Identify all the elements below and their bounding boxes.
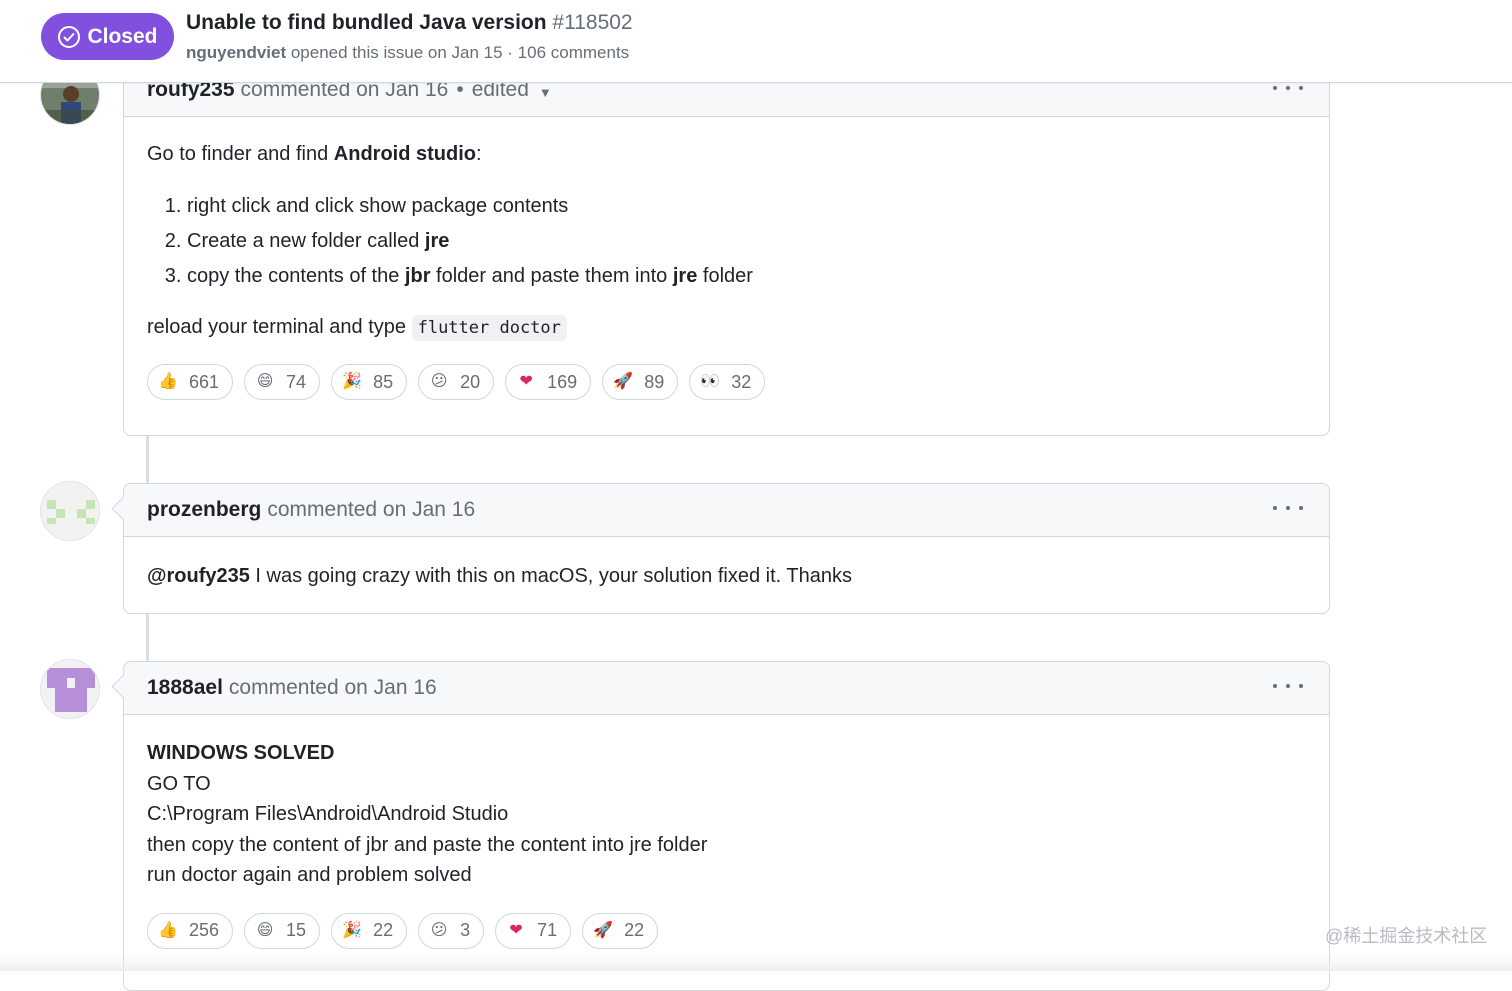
reaction-count: 256 [189,920,220,941]
text-line: GO TO [147,772,211,795]
reaction-thumbs-up[interactable]: 👍 256 [147,912,234,949]
reaction-count: 20 [460,371,481,392]
steps-list: right click and click show package conte… [147,189,1306,294]
rocket-icon: 🚀 [593,921,614,939]
reaction-rocket[interactable]: 🚀 22 [582,912,659,949]
reaction-count: 71 [537,920,558,941]
reaction-count: 169 [547,371,578,392]
text: reload your terminal and type [147,316,412,338]
issue-state-label: Closed [87,24,158,48]
hooray-icon: 🎉 [342,921,363,939]
bold-text: Android studio [333,143,476,165]
eyes-icon: 👀 [700,373,721,390]
comment-body: WINDOWS SOLVED GO TO C:\Program Files\An… [124,715,1329,949]
comment-card: 1888ael commented on Jan 16 WINDOWS SOLV… [111,661,1330,991]
chevron-down-icon[interactable]: ▼ [539,85,552,100]
confused-icon: 😕 [430,373,448,390]
list-item: copy the contents of the jbr folder and … [187,259,1306,294]
reaction-count: 74 [286,371,307,392]
bottom-fade [0,955,1512,971]
reaction-confused[interactable]: 😕 20 [418,364,495,400]
comment-paragraph: reload your terminal and type flutter do… [147,312,1306,342]
text-line: C:\Program Files\Android\Android Studio [147,803,509,825]
comment-paragraph: @roufy235 I was going crazy with this on… [147,537,1306,591]
check-circle-icon [58,25,81,48]
avatar-1888ael[interactable] [40,659,100,719]
text: Go to finder and find [147,143,334,165]
heart-icon: ❤ [509,921,523,939]
comment-paragraph: WINDOWS SOLVED GO TO C:\Program Files\An… [147,715,1306,891]
sticky-issue-header: Closed Unable to find bundled Java versi… [0,0,1512,83]
reaction-heart[interactable]: ❤ 169 [505,364,592,400]
comment-body: @roufy235 I was going crazy with this on… [124,537,1329,591]
text-line: run doctor again and problem solved [147,864,472,886]
comment-body: Go to finder and find Android studio: ri… [124,117,1329,400]
list-item: Create a new folder called jre [187,224,1306,259]
reaction-laugh[interactable]: 😄 15 [244,912,321,949]
avatar-prozenberg[interactable] [40,481,100,541]
comment-author[interactable]: prozenberg [147,498,261,522]
reaction-count: 22 [624,920,645,941]
reaction-count: 15 [286,920,307,941]
text: : [476,143,482,165]
reaction-confused[interactable]: 😕 3 [418,912,485,949]
reactions-bar: 👍 661 😄 74 🎉 85 😕 20 ❤ 169 🚀 89 👀 32 [147,364,1306,400]
laugh-icon: 😄 [256,921,274,939]
timeline-connector [146,435,149,483]
comment-paragraph: Go to finder and find Android studio: [147,117,1306,169]
kebab-menu-icon[interactable] [1273,498,1303,518]
reaction-count: 32 [731,371,752,392]
reaction-count: 3 [460,920,471,941]
issue-meta: nguyendviet opened this issue on Jan 15 … [186,43,629,63]
reaction-count: 85 [373,371,394,392]
comment-card: roufy235 commented on Jan 16 • edited ▼ … [123,63,1330,436]
issue-state-badge: Closed [41,13,174,60]
thumbs-up-icon: 👍 [158,373,178,390]
heart-icon: ❤ [519,373,533,390]
text: I was going crazy with this on macOS, yo… [249,565,852,587]
reaction-eyes[interactable]: 👀 32 [689,364,766,400]
issue-title-text[interactable]: Unable to find bundled Java version [186,11,547,34]
issue-number: #118502 [552,11,633,34]
issue-author-link[interactable]: nguyendviet [186,43,286,62]
text-line: WINDOWS SOLVED [147,742,335,764]
thumbs-up-icon: 👍 [158,921,178,939]
comment-timestamp[interactable]: commented on Jan 16 [229,676,437,700]
code-snippet: flutter doctor [411,315,567,341]
reaction-thumbs-up[interactable]: 👍 661 [147,364,234,400]
comment-header: 1888ael commented on Jan 16 [124,662,1329,715]
comment-author[interactable]: 1888ael [147,676,223,700]
reaction-count: 661 [189,371,220,392]
comment-timestamp[interactable]: commented on Jan 16 [267,498,475,522]
issue-title[interactable]: Unable to find bundled Java version #118… [186,11,633,35]
user-mention[interactable]: @roufy235 [147,565,250,587]
reactions-bar: 👍 256 😄 15 🎉 22 😕 3 ❤ 71 🚀 22 [147,912,1306,949]
list-item: right click and click show package conte… [187,189,1306,224]
reaction-count: 89 [644,371,665,392]
comment-card: prozenberg commented on Jan 16 @roufy235… [111,483,1330,614]
rocket-icon: 🚀 [613,373,634,390]
reaction-hooray[interactable]: 🎉 85 [331,364,408,400]
reaction-rocket[interactable]: 🚀 89 [602,364,679,400]
confused-icon: 😕 [430,921,448,939]
timeline-connector [146,613,149,662]
reaction-laugh[interactable]: 😄 74 [244,364,321,400]
reaction-hooray[interactable]: 🎉 22 [331,912,408,949]
text-line: then copy the content of jbr and paste t… [147,833,708,856]
comment-header: prozenberg commented on Jan 16 [124,484,1329,537]
kebab-menu-icon[interactable] [1273,676,1303,696]
reaction-heart[interactable]: ❤ 71 [495,912,572,949]
hooray-icon: 🎉 [342,373,363,390]
laugh-icon: 😄 [256,373,274,390]
reaction-count: 22 [373,920,394,941]
watermark: @稀土掘金技术社区 [1325,926,1488,946]
issue-meta-text: opened this issue on Jan 15 · 106 commen… [286,43,630,62]
